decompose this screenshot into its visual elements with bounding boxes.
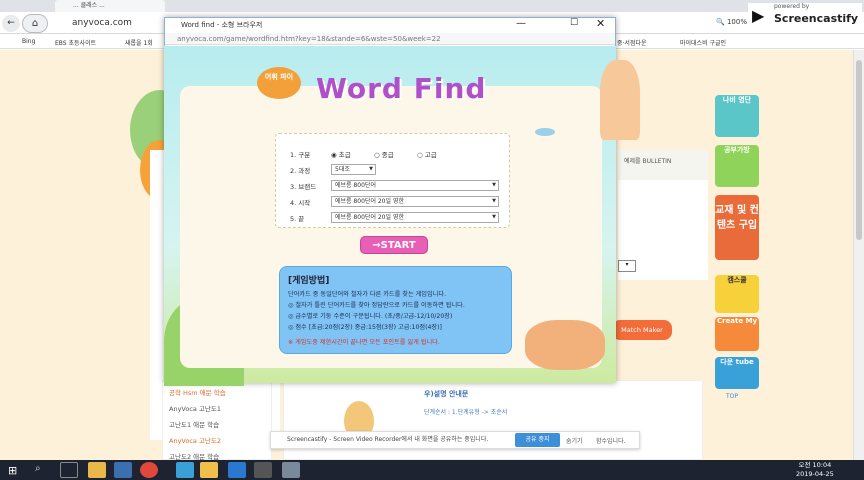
quick-vocab-button[interactable]: 나비 영단: [715, 95, 759, 137]
close-icon[interactable]: ✕: [596, 17, 605, 30]
left-menu: 공학 Hsm 애문 학습 AnyVoca 고난도1 고난도1 애문 학습 Any…: [162, 380, 272, 461]
stop-sharing-button[interactable]: 공유 중지: [515, 433, 560, 447]
game-title: Word Find: [316, 72, 487, 105]
left-menu-item[interactable]: AnyVoca 고난도1: [169, 403, 221, 413]
screencastify-watermark: ▶ powered by Screencastify: [748, 3, 862, 29]
chevron-down-icon: ▼: [369, 166, 373, 172]
settings-form: 1. 구분 ◉ 초급 ○ 중급 ○ 고급 2. 과정 5대조 ▼ 3. 브랜드 에…: [275, 133, 510, 228]
zoom-level[interactable]: 🔍 100%: [716, 18, 747, 26]
course-select[interactable]: 5대조 ▼: [331, 164, 376, 175]
how-to-line: ◎ 급수별로 기둥 수준이 구분됩니다. (초/중/고급-12/10/20장): [288, 313, 453, 320]
create-my-button[interactable]: Create My: [715, 317, 759, 351]
bookmark-item[interactable]: 새롭을 1회: [125, 38, 153, 47]
top-link[interactable]: TOP: [726, 393, 738, 400]
screencastify-logo-icon: ▶: [752, 6, 765, 25]
bookmark-item[interactable]: EBS 초등사이트: [55, 38, 96, 47]
file-explorer-icon[interactable]: [88, 462, 106, 478]
hide-button[interactable]: 숨기기: [566, 436, 583, 445]
how-to-title: [게임방법]: [288, 276, 330, 286]
page-scrollbar[interactable]: [853, 50, 864, 460]
clock-date: 2019-04-25: [796, 470, 834, 478]
url-field[interactable]: anyvoca.com: [72, 18, 132, 28]
radio-label: 고급: [424, 151, 437, 159]
notice-tail: 함수입니다.: [596, 438, 626, 445]
lower-subtitle: 단계순서 : 1.단계유형 -> 초순서: [424, 409, 508, 416]
right-quick-menu: 나비 영단 공부가방 교재 및 컨텐츠 구입 캠스쿨 Create My 다운 …: [712, 95, 762, 400]
task-view-icon[interactable]: [60, 462, 78, 478]
how-to-line: 단어카드 중 동일단어와 철자가 다른 카드를 찾는 게임입니다.: [288, 291, 447, 298]
notice-text: Screencastify - Screen Video Recorder에서 …: [287, 436, 489, 443]
back-icon[interactable]: ←: [2, 15, 20, 32]
radio-label: 중급: [381, 151, 394, 159]
edge-icon[interactable]: [228, 462, 246, 478]
end-select[interactable]: 에브릉 800단어 20일 영한 ▼: [331, 212, 499, 223]
level-radio-advanced[interactable]: ○ 고급: [417, 149, 437, 159]
zoom-value: 100%: [726, 18, 747, 26]
screen-share-notice: Screencastify - Screen Video Recorder에서 …: [270, 431, 640, 449]
start-select[interactable]: 에브릉 800단어 20일 영한 ▼: [331, 196, 499, 207]
brand-label: 3. 브랜드: [290, 183, 317, 191]
chevron-down-icon: ▼: [492, 214, 496, 220]
brand-select[interactable]: 에브릉 800단어 ▼: [331, 180, 499, 191]
left-menu-item[interactable]: AnyVoca 고난도2: [169, 435, 221, 445]
popup-title: Word find - 소형 브라우저: [165, 18, 615, 33]
buy-materials-button[interactable]: 교재 및 컨텐츠 구입: [715, 195, 759, 260]
bookmark-item[interactable]: 중·서점다운: [617, 38, 647, 47]
plane-decoration: [535, 128, 555, 136]
chevron-down-icon: ▼: [492, 182, 496, 188]
how-to-play-box: [게임방법] 단어카드 중 동일단어와 철자가 다른 카드를 찾는 게임입니다.…: [279, 266, 512, 354]
camschool-button[interactable]: 캠스쿨: [715, 275, 759, 313]
chevron-down-icon: ▼: [492, 198, 496, 204]
radio-label: 초급: [338, 151, 351, 159]
ie-icon[interactable]: [176, 462, 194, 478]
lower-title: 우)설명 안내문: [424, 390, 469, 398]
how-to-line: ◎ 점수 [초급:20점(2장) 중급:15점(3장) 고급:10점(4장)]: [288, 324, 442, 331]
how-to-warning: ※ 게임도중 제한시간이 끝나면 모든 포인트를 잃게 됩니다.: [288, 339, 440, 346]
study-bag-button[interactable]: 공부가방: [715, 145, 759, 187]
minimize-icon[interactable]: —: [516, 18, 526, 29]
popup-url: anyvoca.com/game/wordfind.htm?key=18&sta…: [165, 33, 615, 45]
tube-button[interactable]: 다운 tube: [715, 357, 759, 389]
system-clock[interactable]: 오전 10:04 2019-04-25: [796, 461, 834, 479]
browser-tab[interactable]: ... 클래스 ...: [55, 0, 165, 12]
breadcrumb: 예제를 BULLETIN: [618, 150, 708, 180]
course-label: 2. 과정: [290, 167, 311, 175]
match-maker-banner[interactable]: Match Maker: [612, 320, 672, 340]
start-button[interactable]: →START: [360, 236, 428, 254]
app-icon[interactable]: [282, 462, 300, 478]
scrollbar-thumb[interactable]: [856, 60, 862, 240]
clock-time: 오전 10:04: [798, 461, 832, 469]
left-menu-item[interactable]: 고난도1 애문 학습: [169, 419, 219, 429]
app-icon[interactable]: [200, 462, 218, 478]
start-label: 4. 시작: [290, 199, 311, 207]
chrome-icon[interactable]: [140, 462, 158, 478]
level-radio-intermediate[interactable]: ○ 중급: [374, 149, 394, 159]
store-icon[interactable]: [114, 462, 132, 478]
dropdown-small[interactable]: ▾: [618, 260, 636, 272]
start-value: 에브릉 800단어 20일 영한: [335, 198, 404, 205]
level-radio-beginner[interactable]: ◉ 초급: [331, 149, 351, 159]
powered-by-text: powered by: [774, 3, 810, 10]
end-label: 5. 끝: [290, 215, 305, 223]
bookmark-item[interactable]: 마이대스비 구글인: [680, 38, 726, 47]
bookmark-item[interactable]: Bing: [22, 38, 35, 45]
screencastify-brand: Screencastify: [774, 12, 859, 25]
search-icon[interactable]: ⌕: [35, 463, 41, 474]
windows-start-icon[interactable]: ⊞: [8, 464, 17, 477]
girl-character: [600, 60, 640, 140]
maximize-icon[interactable]: ☐: [570, 18, 578, 28]
course-value: 5대조: [335, 166, 350, 173]
left-menu-item[interactable]: 공학 Hsm 애문 학습: [169, 387, 226, 397]
level-label: 1. 구분: [290, 151, 311, 159]
how-to-line: ◎ 철자가 틀린 단어카드를 찾아 정답란으로 카드를 이동하면 됩니다.: [288, 302, 465, 309]
kids-character: [525, 320, 605, 370]
vocab-pie-badge: 어휘 파이: [257, 67, 301, 99]
end-value: 에브릉 800단어 20일 영한: [335, 214, 404, 221]
screencastify-task-icon[interactable]: [254, 462, 272, 478]
brand-value: 에브릉 800단어: [335, 182, 376, 189]
home-icon[interactable]: ⌂: [22, 14, 48, 33]
